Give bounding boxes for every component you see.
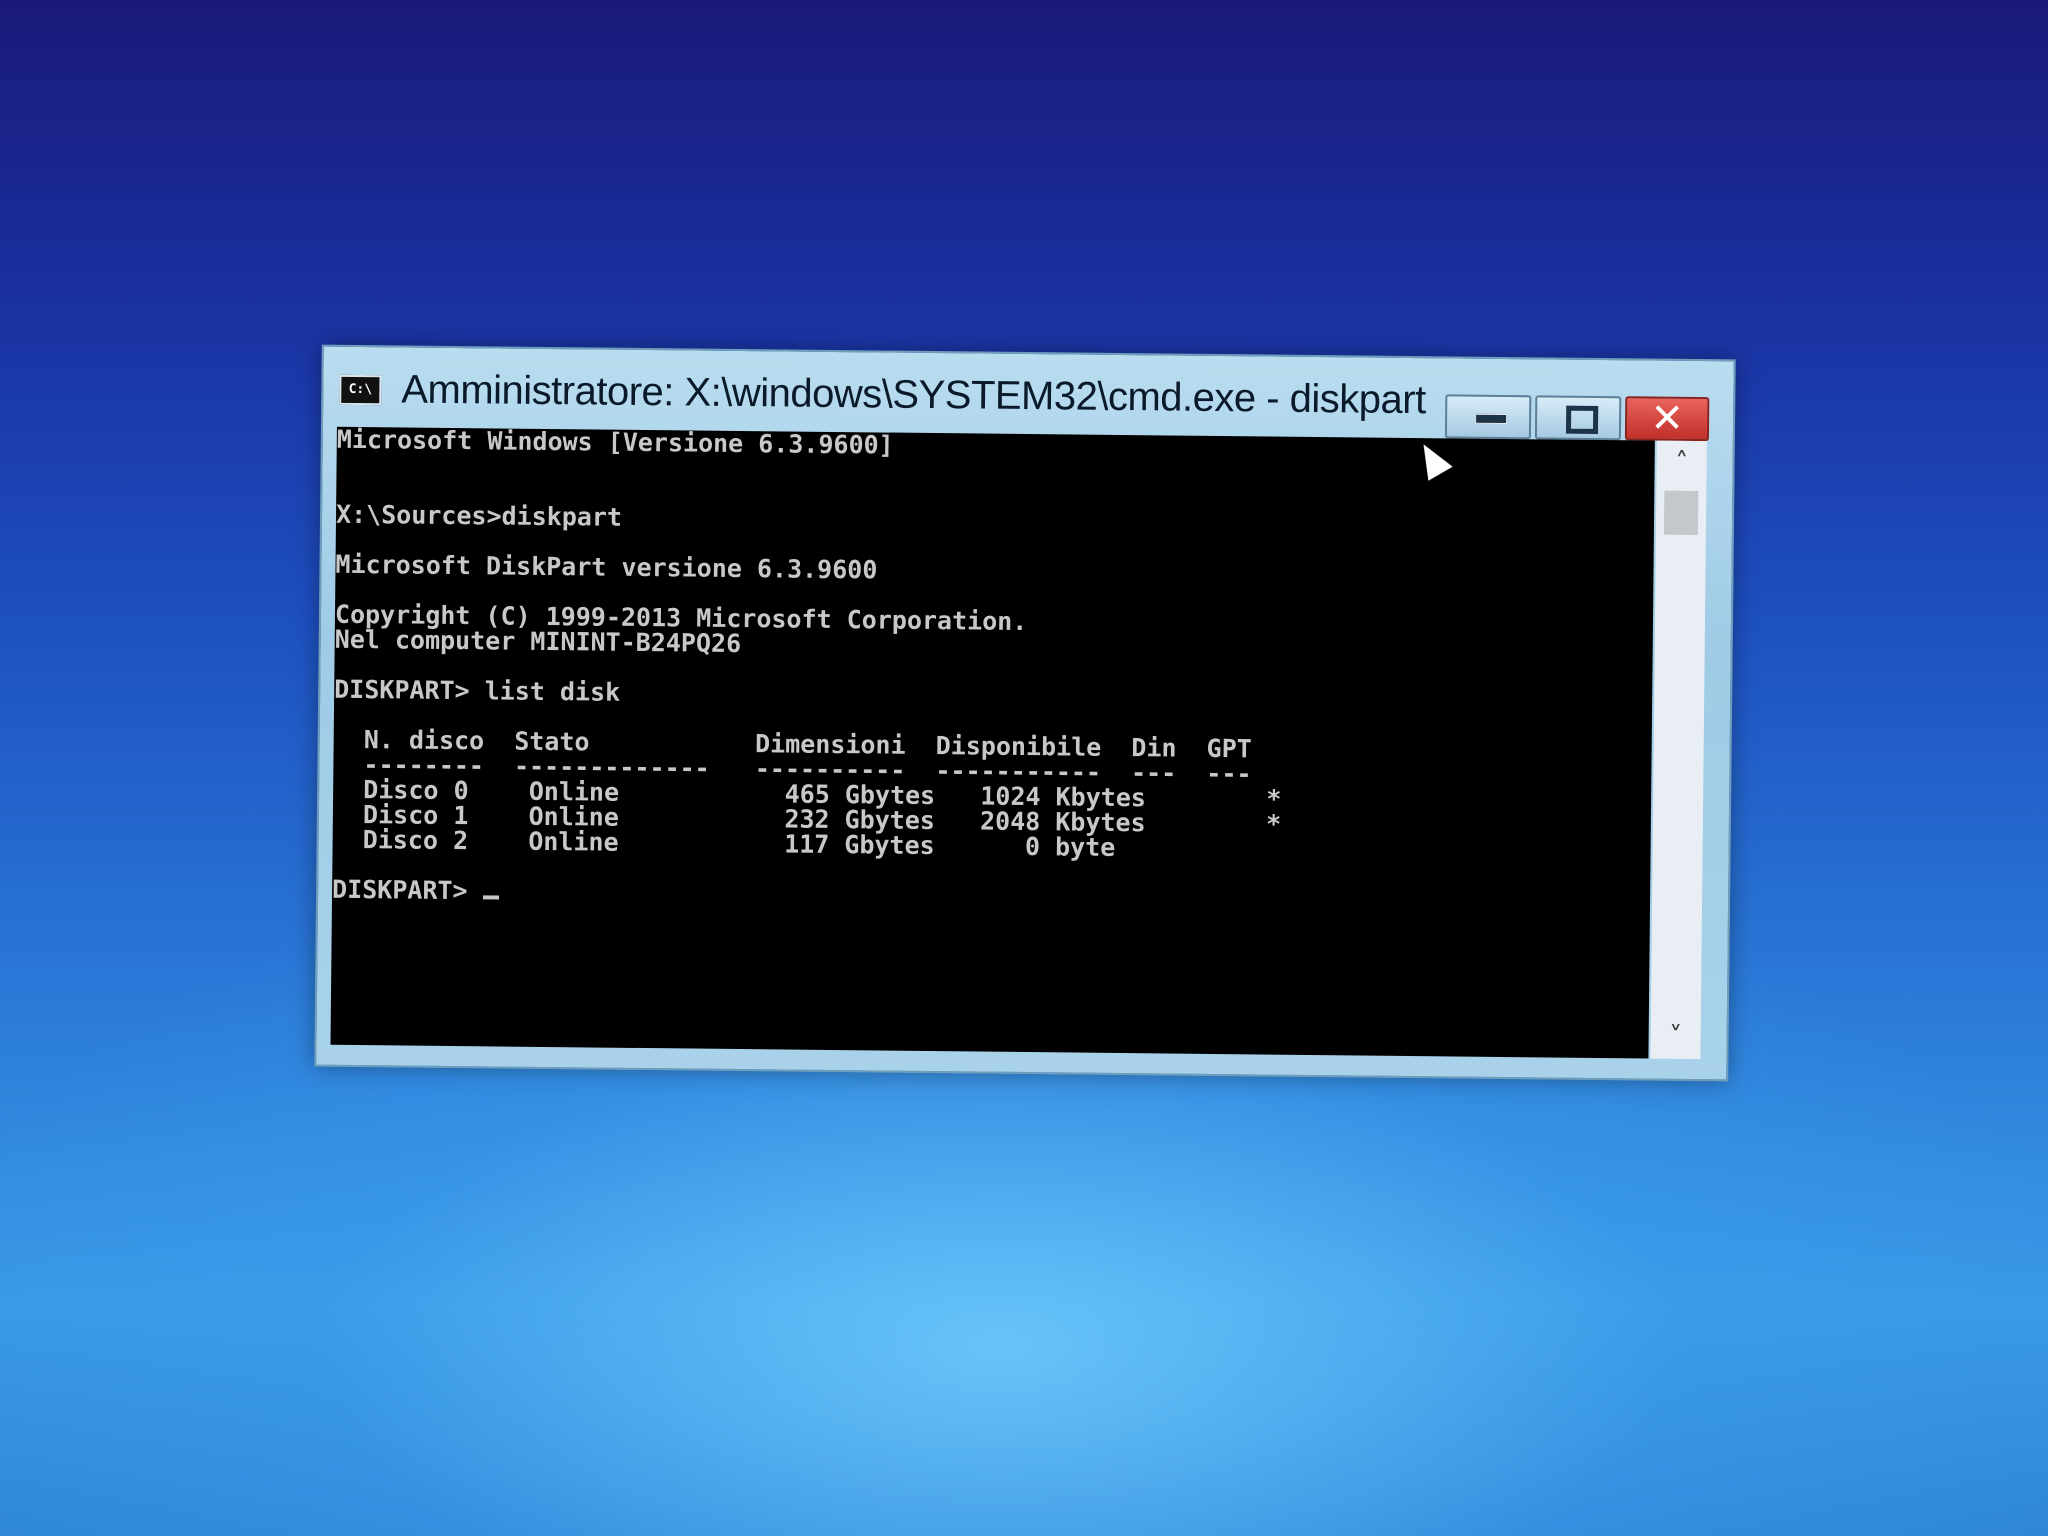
close-icon: ✕ xyxy=(1650,395,1685,442)
minimize-button[interactable] xyxy=(1444,394,1532,440)
text-cursor xyxy=(482,895,499,900)
cmd-window[interactable]: C:\ Amministratore: X:\windows\SYSTEM32\… xyxy=(314,344,1736,1082)
window-title: Amministratore: X:\windows\SYSTEM32\cmd.… xyxy=(401,367,1426,423)
cmd-app-icon[interactable]: C:\ xyxy=(339,374,382,406)
vertical-scrollbar[interactable]: ˄ ˅ xyxy=(1650,440,1707,1060)
maximize-button[interactable] xyxy=(1534,395,1622,441)
desktop-background: C:\ Amministratore: X:\windows\SYSTEM32\… xyxy=(0,0,2048,1536)
scroll-up-arrow-icon[interactable]: ˄ xyxy=(1656,441,1706,486)
console-output[interactable]: Microsoft Windows [Versione 6.3.9600] X:… xyxy=(330,426,1655,1059)
minimize-icon xyxy=(1475,413,1508,425)
maximize-icon xyxy=(1565,405,1599,434)
scroll-thumb[interactable] xyxy=(1663,490,1699,536)
prompt-text: DISKPART> xyxy=(331,874,483,906)
title-bar[interactable]: C:\ Amministratore: X:\windows\SYSTEM32\… xyxy=(323,347,1734,442)
scroll-down-arrow-icon[interactable]: ˅ xyxy=(1650,1015,1700,1060)
close-button[interactable]: ✕ xyxy=(1624,395,1710,442)
